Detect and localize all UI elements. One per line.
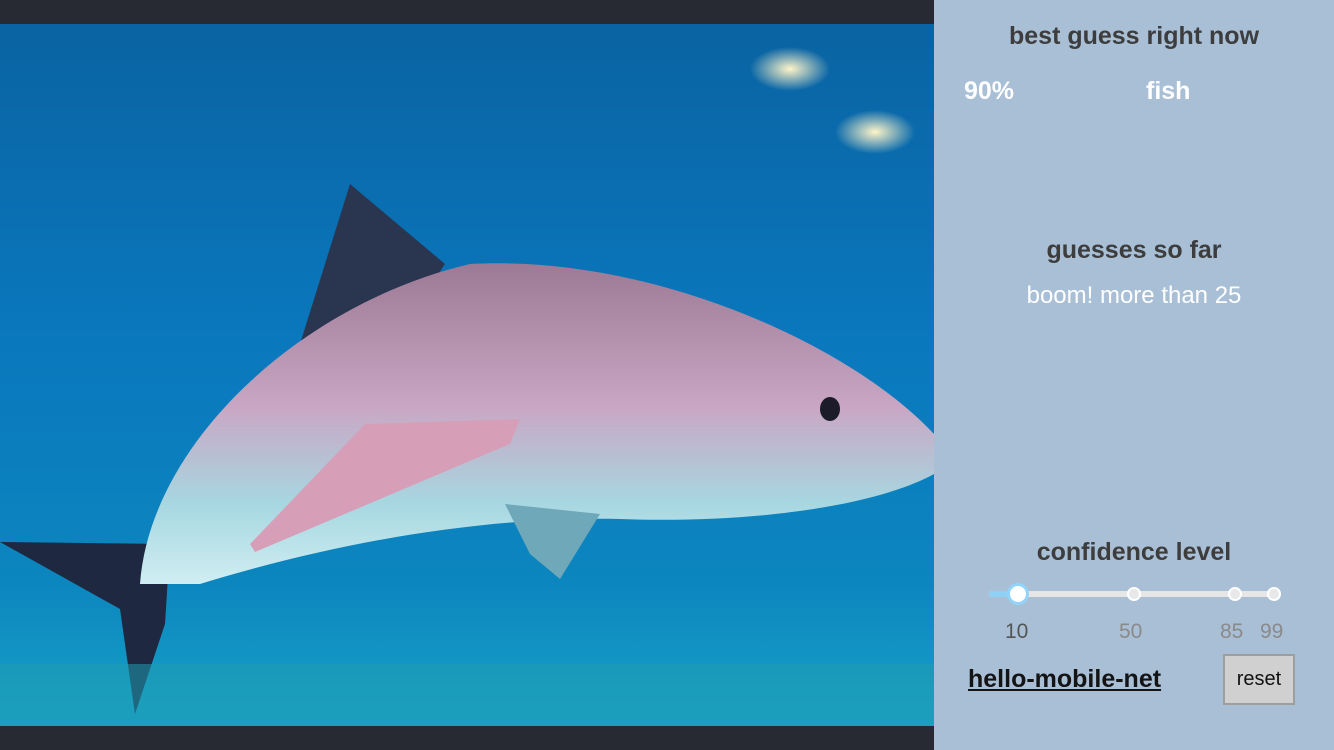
results-panel: best guess right now 90% fish guesses so… <box>934 0 1334 750</box>
camera-feed-image <box>0 24 934 726</box>
slider-mark-label: 50 <box>1119 620 1143 643</box>
shark-photo <box>0 24 934 726</box>
slider-mark-label: 10 <box>1005 620 1029 643</box>
best-guess-heading: best guess right now <box>1008 22 1260 50</box>
slider-stop-50[interactable] <box>1127 587 1141 601</box>
guesses-text: boom! more than 25 <box>1026 282 1242 309</box>
hello-mobile-net-link[interactable]: hello-mobile-net <box>968 665 1161 694</box>
guesses-heading: guesses so far <box>1046 236 1222 264</box>
confidence-heading: confidence level <box>1036 538 1232 566</box>
slider-stop-85[interactable] <box>1228 587 1242 601</box>
slider-stop-99[interactable] <box>1267 587 1281 601</box>
confidence-slider[interactable] <box>989 583 1281 605</box>
slider-mark-label: 99 <box>1260 620 1284 643</box>
slider-mark-label: 85 <box>1220 620 1244 643</box>
camera-view <box>0 0 934 750</box>
best-guess-label: fish <box>1146 77 1191 105</box>
best-guess-percent: 90% <box>964 77 1015 105</box>
slider-handle[interactable] <box>1007 583 1029 605</box>
reset-button[interactable]: reset <box>1223 654 1295 705</box>
